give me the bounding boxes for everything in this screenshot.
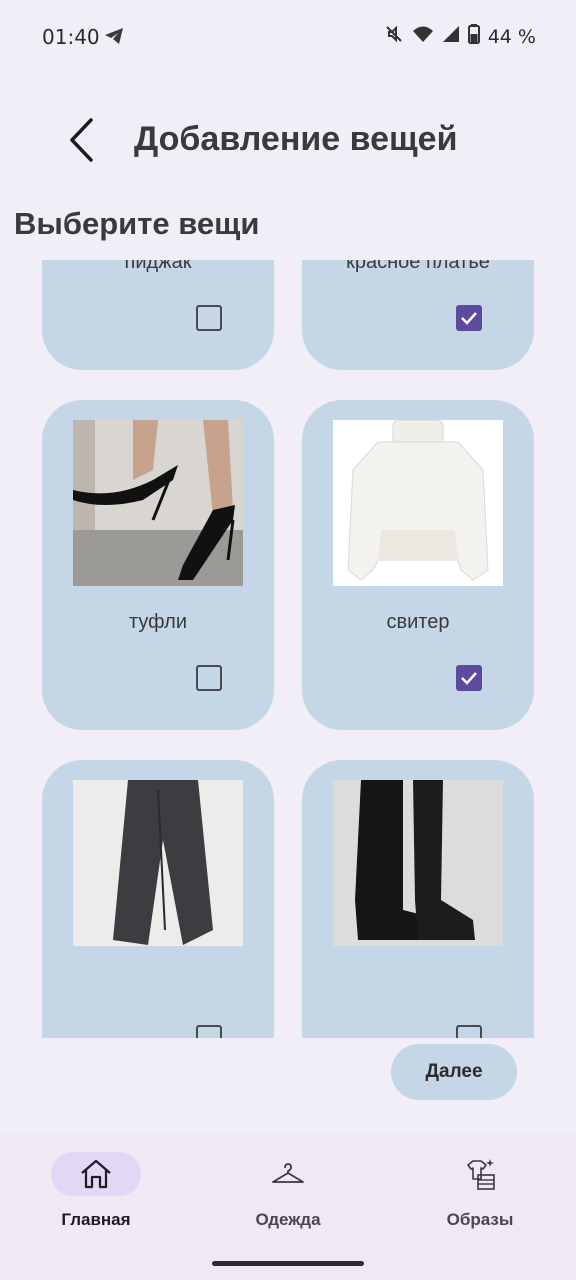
item-label: туфли: [128, 611, 188, 633]
item-label: пиджак: [124, 260, 192, 273]
hanger-icon: [243, 1152, 333, 1196]
item-checkbox-checked[interactable]: [456, 305, 482, 331]
wifi-icon: [412, 25, 434, 48]
item-image-white-sweater: [333, 420, 503, 586]
back-arrow-icon: [70, 118, 93, 162]
item-checkbox[interactable]: [196, 665, 222, 691]
nav-item-clothes[interactable]: Одежда: [192, 1152, 384, 1242]
outfits-icon: [435, 1152, 525, 1196]
checkmark-icon: [461, 312, 477, 325]
items-grid[interactable]: пиджак красное платье туфли свитер: [0, 260, 576, 1038]
item-card[interactable]: [42, 760, 274, 1038]
item-label: свитер: [386, 611, 450, 633]
status-bar: 01:40 44 %: [0, 0, 576, 72]
item-image-grey-trousers: [73, 780, 243, 946]
item-card[interactable]: туфли: [42, 400, 274, 730]
bottom-nav: Главная Одежда Образы: [0, 1134, 576, 1280]
item-label: красное платье: [346, 260, 490, 273]
mute-icon: [384, 24, 404, 49]
nav-label: Образы: [446, 1210, 514, 1229]
nav-item-outfits[interactable]: Образы: [384, 1152, 576, 1242]
nav-label: Одежда: [255, 1210, 321, 1229]
item-checkbox[interactable]: [196, 1025, 222, 1038]
section-title: Выберите вещи: [14, 206, 260, 241]
app-bar: Добавление вещей: [0, 100, 576, 180]
item-card[interactable]: красное платье: [302, 260, 534, 370]
item-image-black-heels: [73, 420, 243, 586]
checkmark-icon: [461, 672, 477, 685]
item-checkbox[interactable]: [456, 1025, 482, 1038]
next-button[interactable]: Далее: [391, 1044, 517, 1100]
item-checkbox-checked[interactable]: [456, 665, 482, 691]
nav-label: Главная: [61, 1210, 131, 1229]
battery-icon: [467, 24, 480, 49]
telegram-icon: [104, 27, 124, 50]
item-card[interactable]: [302, 760, 534, 1038]
status-time: 01:40: [42, 25, 100, 49]
back-button[interactable]: [52, 110, 112, 170]
item-checkbox[interactable]: [196, 305, 222, 331]
signal-icon: [442, 25, 460, 48]
item-image-black-boots: [333, 780, 503, 946]
battery-percent: 44 %: [487, 25, 536, 48]
nav-item-home[interactable]: Главная: [0, 1152, 192, 1242]
gesture-bar[interactable]: [212, 1261, 364, 1266]
item-card[interactable]: свитер: [302, 400, 534, 730]
page-title: Добавление вещей: [134, 120, 458, 158]
item-card[interactable]: пиджак: [42, 260, 274, 370]
home-icon: [51, 1152, 141, 1196]
